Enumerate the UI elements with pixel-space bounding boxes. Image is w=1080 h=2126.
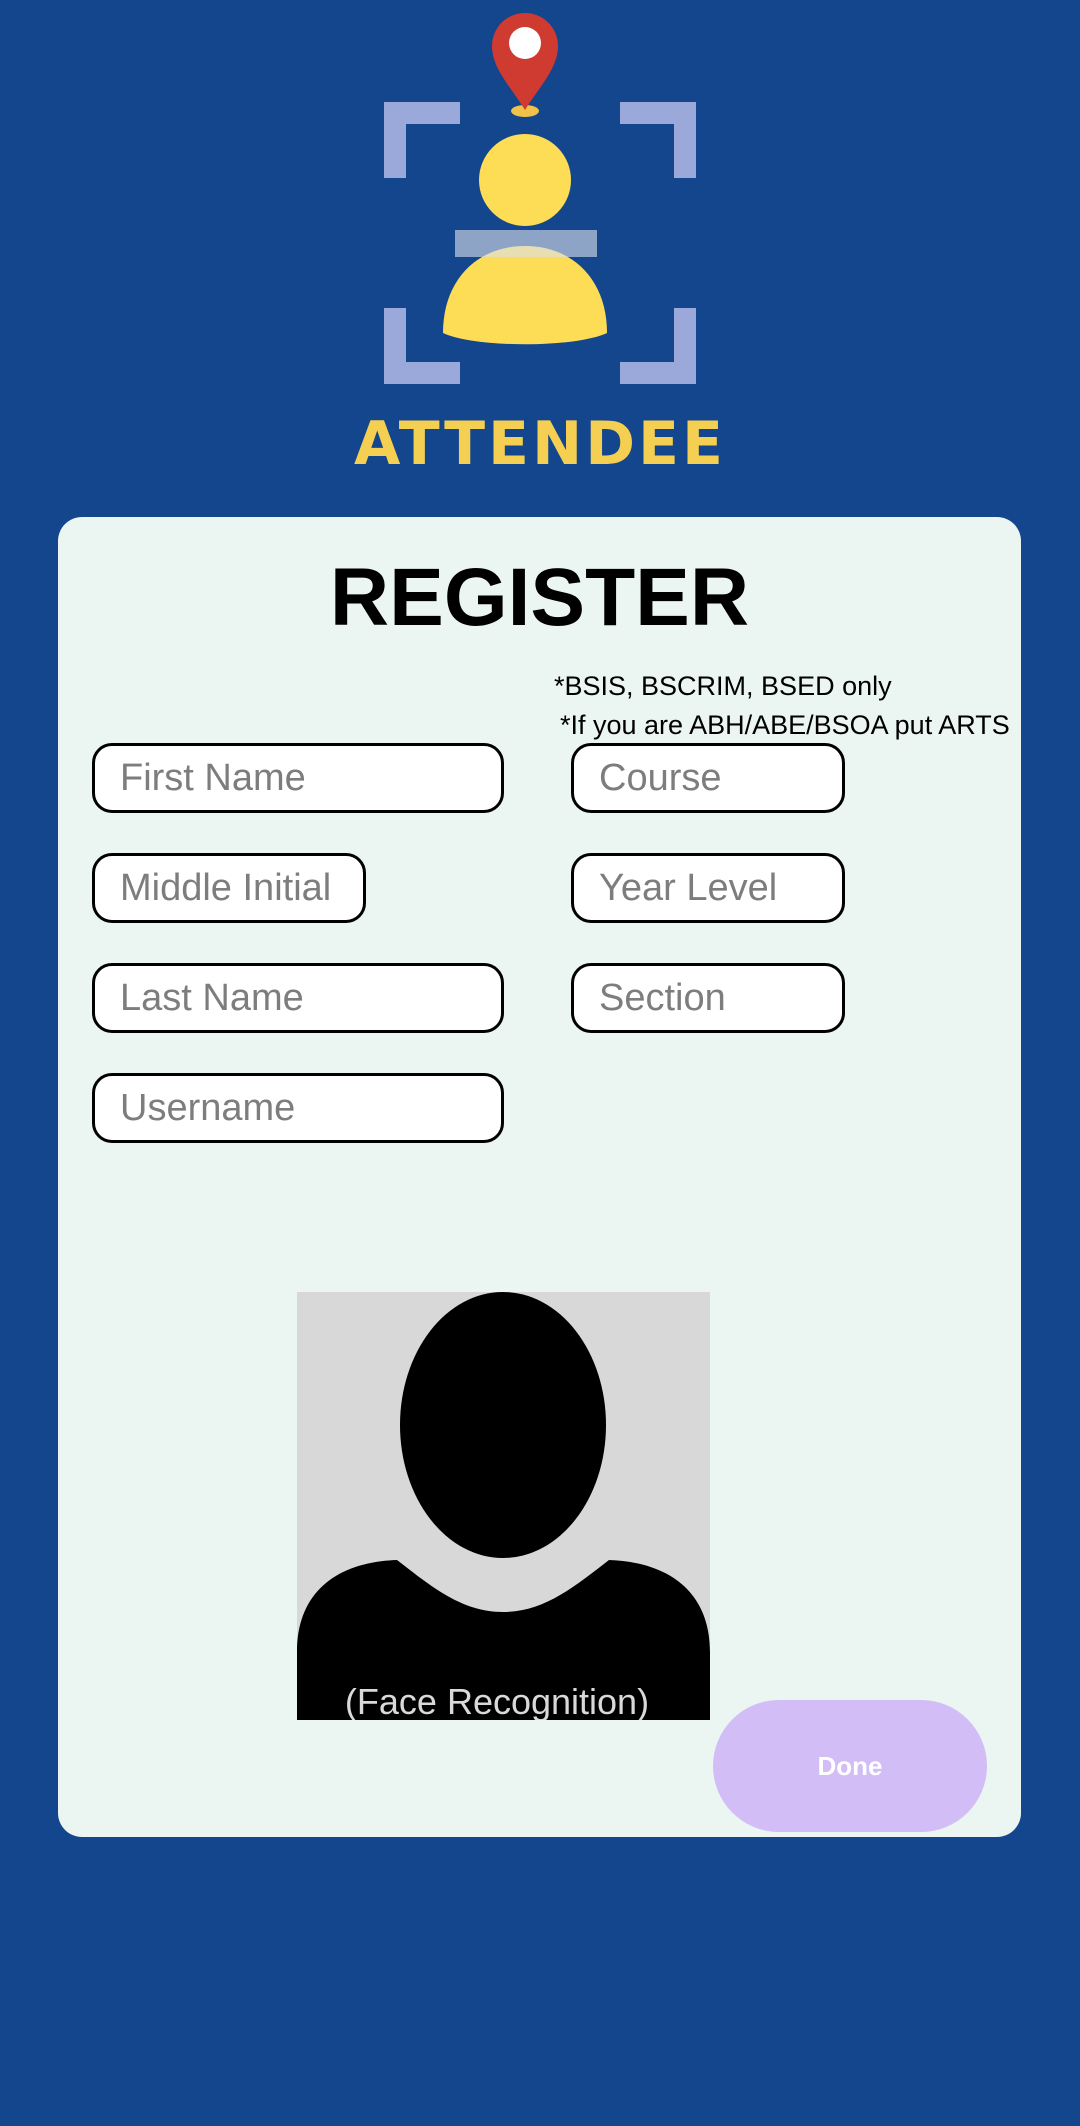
year-level-field[interactable] xyxy=(571,853,845,923)
app-logo xyxy=(360,0,720,410)
first-name-field[interactable] xyxy=(92,743,504,813)
person-silhouette-icon xyxy=(297,1292,710,1720)
last-name-field[interactable] xyxy=(92,963,504,1033)
brand-name: ATTENDEE xyxy=(354,409,726,479)
register-card: REGISTER *BSIS, BSCRIM, BSED only *If yo… xyxy=(58,517,1021,1837)
person-location-scan-icon xyxy=(384,13,696,384)
username-field[interactable] xyxy=(92,1073,504,1143)
course-field[interactable] xyxy=(571,743,845,813)
face-recognition-label: (Face Recognition) xyxy=(344,1681,650,1720)
middle-initial-field[interactable] xyxy=(92,853,366,923)
section-field[interactable] xyxy=(571,963,845,1033)
course-note: *BSIS, BSCRIM, BSED only xyxy=(554,671,892,701)
course-arts-note: *If you are ABH/ABE/BSOA put ARTS xyxy=(560,710,1010,740)
face-recognition-button[interactable]: (Face Recognition) xyxy=(297,1292,710,1720)
done-button[interactable]: Done xyxy=(713,1700,987,1832)
page-title: REGISTER xyxy=(329,552,750,643)
